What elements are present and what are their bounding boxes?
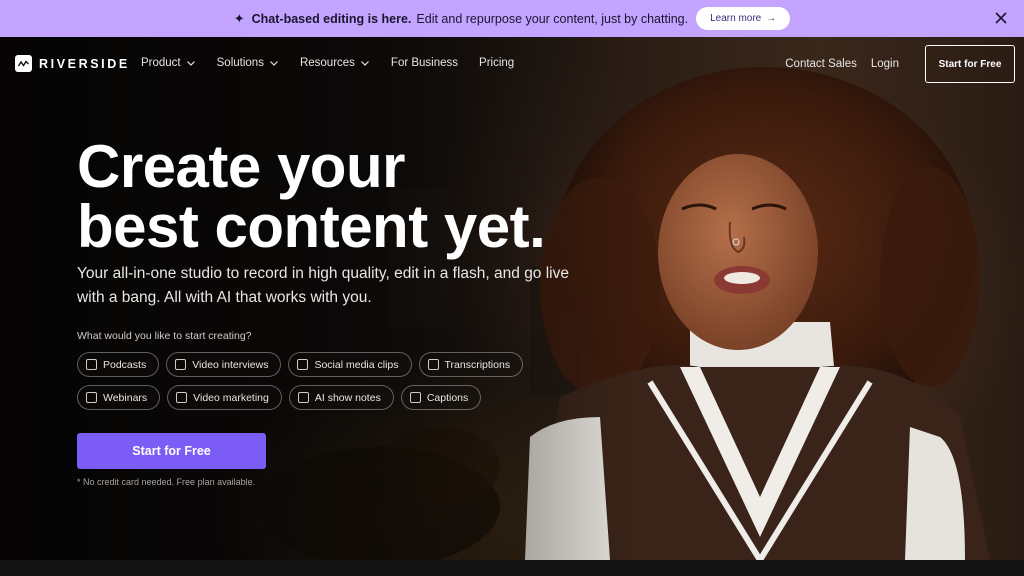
checkbox-icon [86, 392, 97, 403]
hero-start-free-button[interactable]: Start for Free [77, 433, 266, 469]
option-label: Webinars [103, 391, 148, 404]
riverside-logo[interactable]: RIVERSIDE [15, 55, 130, 72]
logo-icon [15, 55, 32, 72]
checkbox-icon [297, 392, 309, 403]
nav-item-solutions[interactable]: Solutions [217, 57, 279, 69]
nav-item-label: Resources [299, 57, 355, 69]
options-row: Podcasts Video interviews Social media c… [77, 352, 537, 377]
contact-sales-link[interactable]: Contact Sales [785, 58, 857, 70]
hero-title: Create your best content yet. [77, 137, 637, 257]
checkbox-icon [86, 359, 97, 370]
nav-item-label: For Business [390, 57, 459, 69]
option-label: Podcasts [103, 358, 147, 371]
learn-more-label: Learn more [710, 13, 762, 24]
nav-item-label: Pricing [479, 57, 515, 69]
close-icon[interactable] [992, 9, 1010, 27]
announcement-text: Edit and repurpose your content, just by… [416, 11, 689, 26]
nav-item-pricing[interactable]: Pricing [479, 57, 514, 69]
nav-start-free-button[interactable]: Start for Free [925, 45, 1015, 83]
option-label: Video interviews [192, 358, 269, 371]
chevron-down-icon [270, 61, 278, 66]
checkbox-icon [297, 359, 309, 370]
no-credit-card-note: * No credit card needed. Free plan avail… [77, 477, 256, 487]
checkbox-icon [409, 392, 421, 403]
chevron-down-icon [360, 61, 369, 66]
announcement-bar: ✦ Chat-based editing is here. Edit and r… [0, 0, 1024, 37]
option-label: Transcriptions [444, 358, 511, 371]
option-social-media-clips[interactable]: Social media clips [288, 352, 412, 377]
announcement-headline: Chat-based editing is here. [251, 11, 412, 26]
hero-title-line2: best content yet. [77, 193, 546, 260]
nav-item-product[interactable]: Product [141, 57, 196, 69]
option-transcriptions[interactable]: Transcriptions [418, 352, 524, 377]
nav-menu: Product Solutions Resources For Business… [141, 57, 535, 69]
option-webinars[interactable]: Webinars [77, 385, 161, 410]
checkbox-icon [176, 392, 188, 403]
page-bottom-strip [0, 560, 1024, 576]
creation-options: Podcasts Video interviews Social media c… [77, 352, 537, 418]
hero-title-line1: Create your [77, 133, 405, 200]
option-video-interviews[interactable]: Video interviews [166, 352, 282, 377]
chevron-down-icon [186, 61, 195, 66]
option-label: Video marketing [193, 391, 269, 404]
options-row: Webinars Video marketing AI show notes C… [77, 385, 537, 410]
option-label: Social media clips [314, 358, 399, 371]
hero-subtitle: Your all-in-one studio to record in high… [77, 265, 569, 306]
option-podcasts[interactable]: Podcasts [77, 352, 160, 377]
checkbox-icon [427, 359, 439, 370]
logo-text: RIVERSIDE [39, 56, 130, 71]
option-label: AI show notes [314, 391, 381, 404]
sparkle-icon: ✦ [233, 10, 245, 26]
nav-item-label: Product [141, 57, 181, 69]
option-captions[interactable]: Captions [400, 385, 482, 410]
arrow-right-icon: → [766, 13, 777, 24]
nav-item-label: Solutions [216, 57, 264, 69]
login-link[interactable]: Login [871, 58, 899, 70]
checkbox-icon [175, 359, 187, 370]
option-video-marketing[interactable]: Video marketing [167, 385, 282, 410]
nav-item-for-business[interactable]: For Business [391, 57, 458, 69]
top-nav: RIVERSIDE Product Solutions Resources Fo… [0, 37, 1024, 91]
option-label: Captions [426, 391, 469, 404]
creation-question: What would you like to start creating? [77, 330, 252, 342]
nav-actions: Contact Sales Login Start for Free [785, 45, 1015, 83]
nav-item-resources[interactable]: Resources [300, 57, 370, 69]
option-ai-show-notes[interactable]: AI show notes [288, 385, 394, 410]
learn-more-button[interactable]: Learn more → [696, 7, 791, 30]
